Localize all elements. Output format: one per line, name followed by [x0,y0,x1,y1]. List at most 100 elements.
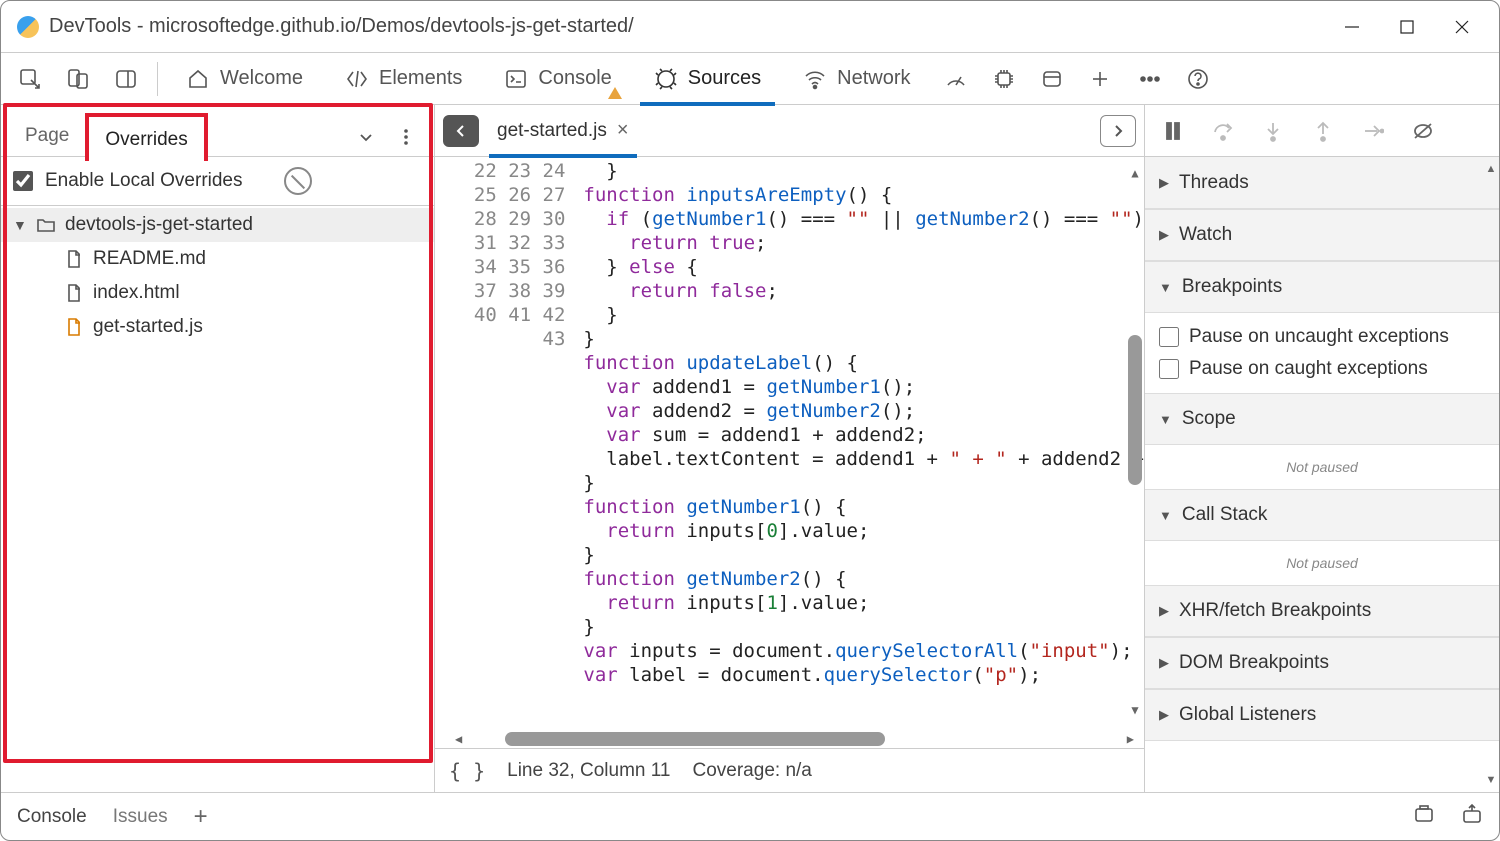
tab-sources[interactable]: Sources [634,53,781,105]
tab-welcome[interactable]: Welcome [166,53,323,105]
drawer-settings-icon[interactable] [1413,803,1435,831]
window-close-button[interactable] [1434,7,1489,47]
tab-memory[interactable] [981,56,1027,102]
tab-performance[interactable] [933,56,979,102]
new-tab-button[interactable] [1077,56,1123,102]
cursor-position: Line 32, Column 11 [507,760,670,782]
tab-elements[interactable]: Elements [325,53,482,105]
section-label: Global Listeners [1179,704,1316,726]
section-watch[interactable]: ▶ Watch [1145,209,1499,261]
section-threads[interactable]: ▶ Threads [1145,157,1499,209]
step-out-button[interactable] [1301,109,1345,153]
tree-file-label: README.md [93,248,206,270]
navigator-tab-page[interactable]: Page [9,113,85,157]
tree-file[interactable]: index.html [1,276,434,310]
vertical-scrollbar[interactable]: ▲ ▼ [1128,165,1142,720]
section-dom-breakpoints[interactable]: ▶ DOM Breakpoints [1145,637,1499,689]
more-options-button[interactable] [1127,56,1173,102]
close-icon[interactable]: × [617,119,629,142]
drawer-new-tab-button[interactable]: + [194,803,208,831]
enable-local-overrides-label: Enable Local Overrides [45,170,243,192]
toggle-debugger-button[interactable] [1100,115,1136,147]
tab-sources-label: Sources [688,67,761,90]
section-label: Call Stack [1182,504,1268,526]
section-global-listeners[interactable]: ▶ Global Listeners [1145,689,1499,741]
warning-icon [608,87,622,99]
editor-status-bar: { } Line 32, Column 11 Coverage: n/a [435,748,1144,792]
debugger-scrollbar[interactable]: ▲▼ [1485,163,1497,786]
pause-caught-label: Pause on caught exceptions [1189,358,1428,380]
section-label: Threads [1179,172,1249,194]
scroll-up-arrow[interactable]: ▲ [1128,161,1142,185]
chevron-right-icon: ▶ [1159,707,1169,723]
drawer-tab-issues[interactable]: Issues [113,806,168,828]
step-button[interactable] [1351,109,1395,153]
pause-button[interactable] [1151,109,1195,153]
help-button[interactable] [1175,56,1221,102]
pretty-print-button[interactable]: { } [449,759,485,783]
tab-network-label: Network [837,67,910,90]
tab-network[interactable]: Network [783,53,930,105]
file-icon [63,248,85,270]
tree-file[interactable]: README.md [1,242,434,276]
chevron-right-icon: ▶ [1159,175,1169,191]
tree-folder[interactable]: ▼ devtools-js-get-started [1,208,434,242]
code-content[interactable]: } function inputsAreEmpty() { if (getNum… [579,157,1144,689]
file-icon [63,316,85,338]
callstack-not-paused: Not paused [1145,541,1499,585]
inspect-element-button[interactable] [7,56,53,102]
chevron-right-icon: ▶ [1159,603,1169,619]
section-label: Watch [1179,224,1232,246]
section-label: DOM Breakpoints [1179,652,1329,674]
navigator-more-tabs-button[interactable] [346,117,386,157]
section-call-stack[interactable]: ▼ Call Stack [1145,489,1499,541]
drawer-expand-icon[interactable] [1461,803,1483,831]
scroll-down-arrow[interactable]: ▼ [1128,698,1142,722]
scope-not-paused: Not paused [1145,445,1499,489]
clear-overrides-button[interactable] [284,167,312,195]
enable-local-overrides-checkbox[interactable] [13,171,33,191]
chevron-down-icon: ▼ [13,217,27,233]
section-label: Scope [1182,408,1236,430]
pause-caught-checkbox[interactable] [1159,359,1179,379]
navigator-tab-overrides[interactable]: Overrides [85,113,207,161]
tree-folder-label: devtools-js-get-started [65,214,253,236]
scroll-left-arrow[interactable]: ◀ [455,732,462,746]
horizontal-scrollbar[interactable]: ◀ ▶ [475,732,1114,746]
step-over-button[interactable] [1201,109,1245,153]
tab-console-label: Console [538,67,611,90]
debugger-toolbar [1145,105,1499,157]
tab-application[interactable] [1029,56,1075,102]
tab-elements-label: Elements [379,67,462,90]
tree-file[interactable]: get-started.js [1,310,434,344]
device-emulation-button[interactable] [55,56,101,102]
scroll-right-arrow[interactable]: ▶ [1127,732,1134,746]
window-minimize-button[interactable] [1324,7,1379,47]
tab-console[interactable]: Console [484,53,631,105]
overrides-file-tree: ▼ devtools-js-get-started README.md inde… [1,206,434,344]
editor-tab-label: get-started.js [497,120,607,142]
chevron-right-icon: ▶ [1159,655,1169,671]
drawer-tab-console[interactable]: Console [17,806,87,828]
window-maximize-button[interactable] [1379,7,1434,47]
scroll-thumb[interactable] [1128,335,1142,485]
chevron-down-icon: ▼ [1159,280,1172,295]
section-xhr-breakpoints[interactable]: ▶ XHR/fetch Breakpoints [1145,585,1499,637]
breakpoints-body: Pause on uncaught exceptions Pause on ca… [1145,313,1499,393]
editor-tab[interactable]: get-started.js × [483,105,643,157]
code-editor[interactable]: 22 23 24 25 26 27 28 29 30 31 32 33 34 3… [435,157,1144,748]
section-scope[interactable]: ▼ Scope [1145,393,1499,445]
deactivate-breakpoints-button[interactable] [1401,109,1445,153]
file-icon [63,282,85,304]
pause-uncaught-checkbox[interactable] [1159,327,1179,347]
section-label: Breakpoints [1182,276,1282,298]
navigator-options-button[interactable] [386,117,426,157]
section-breakpoints[interactable]: ▼ Breakpoints [1145,261,1499,313]
dock-side-button[interactable] [103,56,149,102]
chevron-down-icon: ▼ [1159,412,1172,427]
toggle-navigator-button[interactable] [443,115,479,147]
debugger-panel: ▶ Threads ▶ Watch ▼ Breakpoints Pause on… [1145,105,1499,792]
section-label: XHR/fetch Breakpoints [1179,600,1371,622]
step-into-button[interactable] [1251,109,1295,153]
scroll-thumb[interactable] [505,732,885,746]
